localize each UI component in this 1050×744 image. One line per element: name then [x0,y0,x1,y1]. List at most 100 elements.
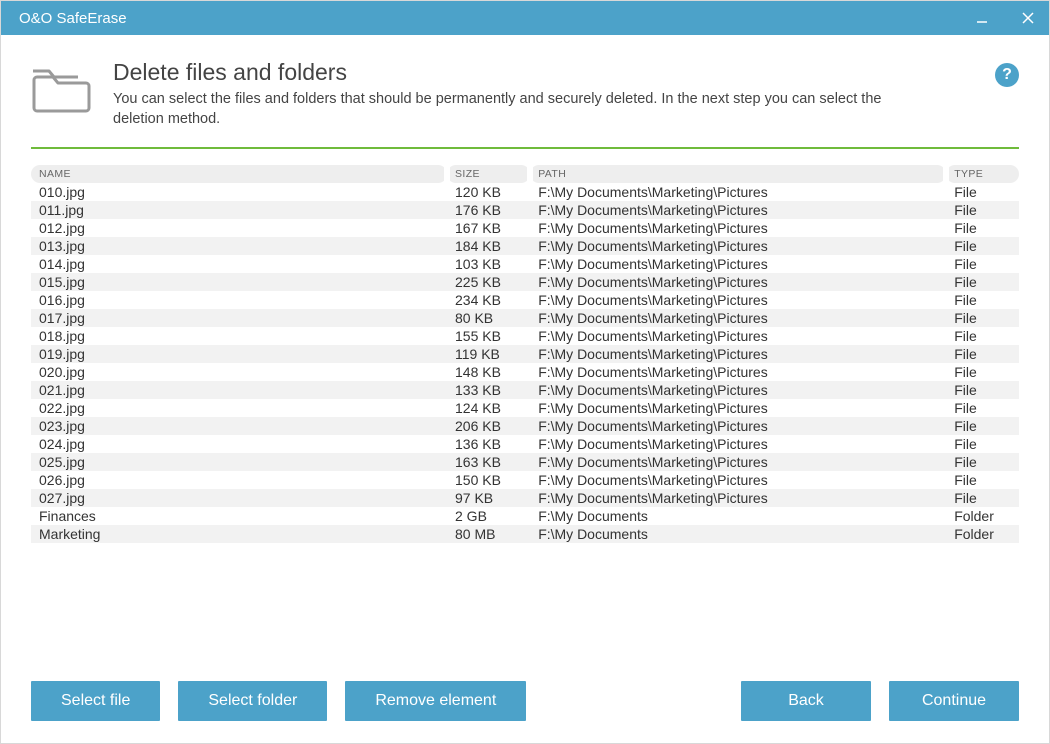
cell-type: File [946,381,1019,399]
cell-type: File [946,219,1019,237]
cell-size: 80 KB [447,309,530,327]
cell-path: F:\My Documents\Marketing\Pictures [530,435,946,453]
cell-path: F:\My Documents\Marketing\Pictures [530,273,946,291]
content-area: Delete files and folders You can select … [1,35,1049,743]
cell-path: F:\My Documents\Marketing\Pictures [530,363,946,381]
cell-type: File [946,489,1019,507]
footer-spacer [544,681,723,721]
table-row[interactable]: 015.jpg225 KBF:\My Documents\Marketing\P… [31,273,1019,291]
table-row[interactable]: 014.jpg103 KBF:\My Documents\Marketing\P… [31,255,1019,273]
app-window: O&O SafeErase Delete files and folders Y… [0,0,1050,744]
titlebar[interactable]: O&O SafeErase [1,1,1049,35]
cell-size: 225 KB [447,273,530,291]
cell-size: 176 KB [447,201,530,219]
cell-name: 018.jpg [31,327,447,345]
cell-type: File [946,255,1019,273]
back-button[interactable]: Back [741,681,871,721]
cell-path: F:\My Documents\Marketing\Pictures [530,417,946,435]
cell-type: File [946,471,1019,489]
cell-path: F:\My Documents\Marketing\Pictures [530,327,946,345]
cell-type: File [946,453,1019,471]
cell-name: 013.jpg [31,237,447,255]
cell-size: 234 KB [447,291,530,309]
cell-size: 155 KB [447,327,530,345]
cell-name: 019.jpg [31,345,447,363]
cell-path: F:\My Documents\Marketing\Pictures [530,381,946,399]
table-row[interactable]: 022.jpg124 KBF:\My Documents\Marketing\P… [31,399,1019,417]
cell-type: File [946,237,1019,255]
table-row[interactable]: 025.jpg163 KBF:\My Documents\Marketing\P… [31,453,1019,471]
table-row[interactable]: 026.jpg150 KBF:\My Documents\Marketing\P… [31,471,1019,489]
col-header-name[interactable]: NAME [31,165,447,183]
cell-path: F:\My Documents\Marketing\Pictures [530,471,946,489]
col-header-type[interactable]: TYPE [946,165,1019,183]
table-row[interactable]: 023.jpg206 KBF:\My Documents\Marketing\P… [31,417,1019,435]
cell-size: 163 KB [447,453,530,471]
cell-size: 136 KB [447,435,530,453]
cell-type: Folder [946,525,1019,543]
cell-type: File [946,183,1019,201]
help-button[interactable]: ? [995,63,1019,87]
cell-path: F:\My Documents [530,525,946,543]
window-title: O&O SafeErase [19,10,127,27]
cell-path: F:\My Documents\Marketing\Pictures [530,219,946,237]
remove-element-button[interactable]: Remove element [345,681,526,721]
cell-type: File [946,309,1019,327]
cell-path: F:\My Documents\Marketing\Pictures [530,453,946,471]
cell-path: F:\My Documents\Marketing\Pictures [530,399,946,417]
folder-icon [31,59,91,119]
cell-name: 014.jpg [31,255,447,273]
cell-size: 133 KB [447,381,530,399]
cell-size: 2 GB [447,507,530,525]
continue-button[interactable]: Continue [889,681,1019,721]
file-table: NAME SIZE PATH TYPE 010.jpg120 KBF:\My D… [31,165,1019,543]
table-row[interactable]: Marketing80 MBF:\My DocumentsFolder [31,525,1019,543]
cell-size: 148 KB [447,363,530,381]
page-description: You can select the files and folders tha… [113,90,933,129]
table-row[interactable]: 020.jpg148 KBF:\My Documents\Marketing\P… [31,363,1019,381]
table-row[interactable]: 012.jpg167 KBF:\My Documents\Marketing\P… [31,219,1019,237]
header-text: Delete files and folders You can select … [113,59,973,129]
table-row[interactable]: 011.jpg176 KBF:\My Documents\Marketing\P… [31,201,1019,219]
cell-name: 016.jpg [31,291,447,309]
minimize-button[interactable] [973,9,991,27]
cell-size: 184 KB [447,237,530,255]
file-table-scroll[interactable]: NAME SIZE PATH TYPE 010.jpg120 KBF:\My D… [31,165,1019,659]
col-header-size[interactable]: SIZE [447,165,530,183]
cell-size: 80 MB [447,525,530,543]
cell-type: File [946,435,1019,453]
cell-path: F:\My Documents\Marketing\Pictures [530,255,946,273]
cell-path: F:\My Documents\Marketing\Pictures [530,201,946,219]
cell-name: 024.jpg [31,435,447,453]
cell-type: File [946,291,1019,309]
help-icon: ? [1002,66,1012,84]
cell-name: 022.jpg [31,399,447,417]
select-file-button[interactable]: Select file [31,681,160,721]
cell-name: 020.jpg [31,363,447,381]
table-row[interactable]: 017.jpg80 KBF:\My Documents\Marketing\Pi… [31,309,1019,327]
select-folder-button[interactable]: Select folder [178,681,327,721]
cell-type: File [946,273,1019,291]
cell-path: F:\My Documents\Marketing\Pictures [530,291,946,309]
close-button[interactable] [1019,9,1037,27]
cell-name: 021.jpg [31,381,447,399]
table-row[interactable]: 013.jpg184 KBF:\My Documents\Marketing\P… [31,237,1019,255]
cell-size: 120 KB [447,183,530,201]
cell-name: 015.jpg [31,273,447,291]
cell-type: File [946,417,1019,435]
table-row[interactable]: Finances2 GBF:\My DocumentsFolder [31,507,1019,525]
cell-name: 027.jpg [31,489,447,507]
file-table-wrap: NAME SIZE PATH TYPE 010.jpg120 KBF:\My D… [31,165,1019,659]
table-row[interactable]: 027.jpg97 KBF:\My Documents\Marketing\Pi… [31,489,1019,507]
page-heading: Delete files and folders [113,59,933,86]
table-row[interactable]: 019.jpg119 KBF:\My Documents\Marketing\P… [31,345,1019,363]
table-row[interactable]: 021.jpg133 KBF:\My Documents\Marketing\P… [31,381,1019,399]
cell-size: 167 KB [447,219,530,237]
cell-path: F:\My Documents\Marketing\Pictures [530,489,946,507]
table-row[interactable]: 010.jpg120 KBF:\My Documents\Marketing\P… [31,183,1019,201]
table-row[interactable]: 018.jpg155 KBF:\My Documents\Marketing\P… [31,327,1019,345]
table-row[interactable]: 016.jpg234 KBF:\My Documents\Marketing\P… [31,291,1019,309]
cell-type: File [946,345,1019,363]
table-row[interactable]: 024.jpg136 KBF:\My Documents\Marketing\P… [31,435,1019,453]
col-header-path[interactable]: PATH [530,165,946,183]
